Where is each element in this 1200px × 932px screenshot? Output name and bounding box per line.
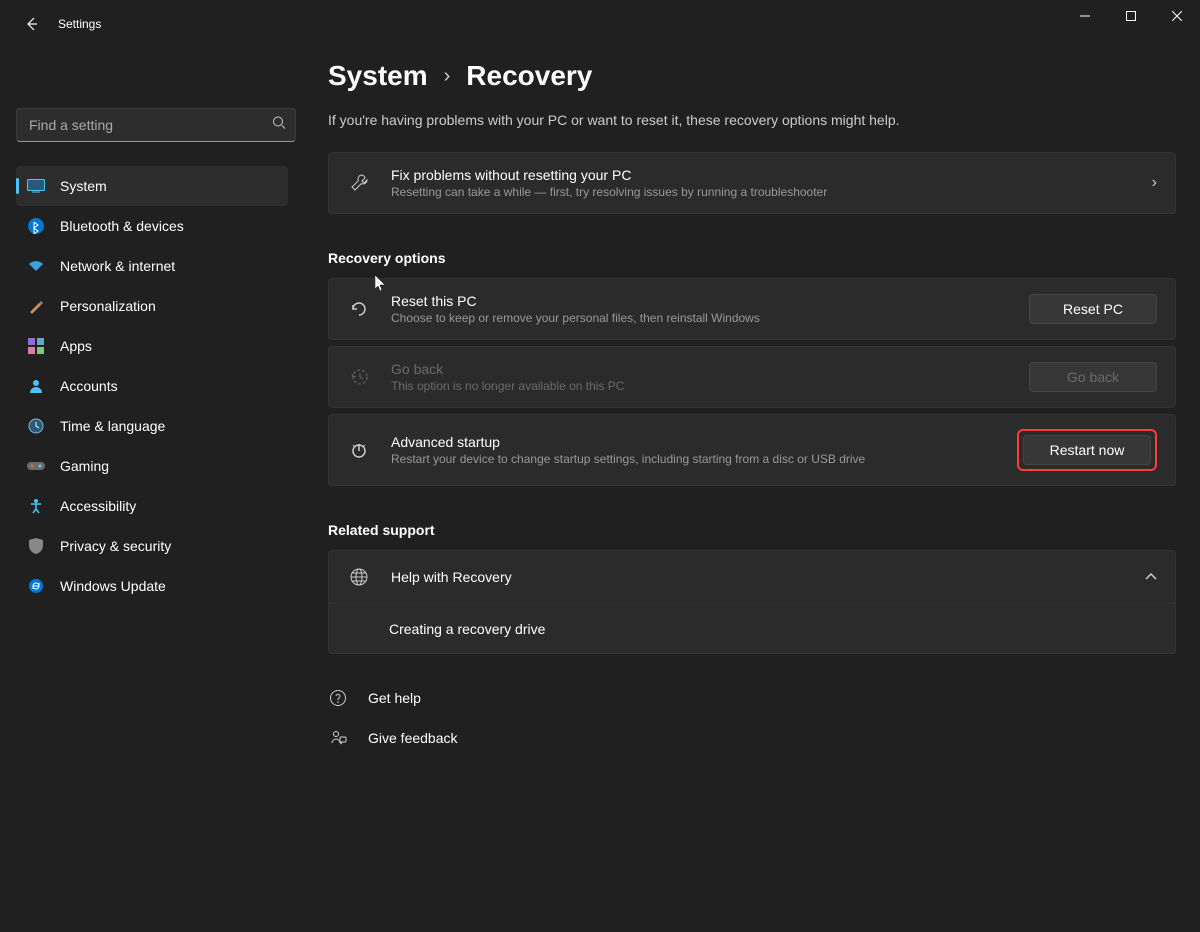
recovery-options-header: Recovery options <box>328 250 1176 266</box>
breadcrumb-current: Recovery <box>466 60 592 92</box>
sidebar-item-gaming[interactable]: Gaming <box>16 446 288 486</box>
sidebar-item-label: Network & internet <box>60 258 175 274</box>
window-title: Settings <box>58 17 101 31</box>
go-back-button: Go back <box>1029 362 1157 392</box>
help-icon <box>328 686 348 710</box>
sidebar-item-label: Bluetooth & devices <box>60 218 184 234</box>
power-icon <box>347 438 371 462</box>
advanced-startup-card: Advanced startup Restart your device to … <box>328 414 1176 486</box>
sidebar-item-label: Privacy & security <box>60 538 171 554</box>
history-icon <box>347 365 371 389</box>
personalization-icon <box>26 296 46 316</box>
sidebar-item-personalization[interactable]: Personalization <box>16 286 288 326</box>
gaming-icon <box>26 456 46 476</box>
give-feedback-link[interactable]: Give feedback <box>328 718 1176 758</box>
reset-pc-button[interactable]: Reset PC <box>1029 294 1157 324</box>
system-icon <box>26 176 46 196</box>
reset-pc-card: Reset this PC Choose to keep or remove y… <box>328 278 1176 340</box>
shield-icon <box>26 536 46 556</box>
card-subtitle: Resetting can take a while — first, try … <box>391 185 1132 199</box>
network-icon <box>26 256 46 276</box>
restart-now-highlight: Restart now <box>1017 429 1157 471</box>
accessibility-icon <box>26 496 46 516</box>
card-title: Go back <box>391 361 1009 377</box>
feedback-icon <box>328 726 348 750</box>
chevron-right-icon: › <box>1152 174 1157 192</box>
chevron-up-icon <box>1145 568 1157 586</box>
globe-icon <box>347 565 371 589</box>
accounts-icon <box>26 376 46 396</box>
sidebar-item-accessibility[interactable]: Accessibility <box>16 486 288 526</box>
sidebar-item-label: Personalization <box>60 298 156 314</box>
sidebar-item-label: Time & language <box>60 418 165 434</box>
sidebar-item-privacy[interactable]: Privacy & security <box>16 526 288 566</box>
minimize-button[interactable] <box>1062 0 1108 32</box>
maximize-button[interactable] <box>1108 0 1154 32</box>
update-icon <box>26 576 46 596</box>
sidebar-item-system[interactable]: System <box>16 166 288 206</box>
chevron-right-icon: › <box>444 65 451 88</box>
sidebar-item-label: Apps <box>60 338 92 354</box>
sidebar-item-bluetooth[interactable]: Bluetooth & devices <box>16 206 288 246</box>
card-title: Reset this PC <box>391 293 1009 309</box>
link-label: Give feedback <box>368 730 458 746</box>
card-title: Advanced startup <box>391 434 997 450</box>
restart-now-button[interactable]: Restart now <box>1023 435 1151 465</box>
breadcrumb: System › Recovery <box>328 60 1176 92</box>
minimize-icon <box>1080 11 1090 21</box>
arrow-left-icon <box>24 16 40 32</box>
sidebar-item-apps[interactable]: Apps <box>16 326 288 366</box>
back-button[interactable] <box>16 8 48 40</box>
close-icon <box>1172 11 1182 21</box>
clock-icon <box>26 416 46 436</box>
get-help-link[interactable]: Get help <box>328 678 1176 718</box>
fix-problems-card[interactable]: Fix problems without resetting your PC R… <box>328 152 1176 214</box>
page-subtitle: If you're having problems with your PC o… <box>328 112 1176 128</box>
apps-icon <box>26 336 46 356</box>
help-recovery-card[interactable]: Help with Recovery <box>328 550 1176 604</box>
sidebar-item-network[interactable]: Network & internet <box>16 246 288 286</box>
card-title: Help with Recovery <box>391 569 1125 585</box>
sidebar-item-label: Accessibility <box>60 498 136 514</box>
search-icon <box>272 116 286 135</box>
sidebar-item-update[interactable]: Windows Update <box>16 566 288 606</box>
close-button[interactable] <box>1154 0 1200 32</box>
sidebar-item-label: Gaming <box>60 458 109 474</box>
related-support-header: Related support <box>328 522 1176 538</box>
sidebar-item-label: System <box>60 178 107 194</box>
bluetooth-icon <box>26 216 46 236</box>
sidebar-item-label: Accounts <box>60 378 118 394</box>
wrench-icon <box>347 171 371 195</box>
link-label: Get help <box>368 690 421 706</box>
breadcrumb-parent[interactable]: System <box>328 60 428 92</box>
card-title: Fix problems without resetting your PC <box>391 167 1132 183</box>
card-subtitle: Choose to keep or remove your personal f… <box>391 311 1009 325</box>
sidebar-item-accounts[interactable]: Accounts <box>16 366 288 406</box>
go-back-card: Go back This option is no longer availab… <box>328 346 1176 408</box>
reset-icon <box>347 297 371 321</box>
sidebar-item-label: Windows Update <box>60 578 166 594</box>
card-subtitle: This option is no longer available on th… <box>391 379 1009 393</box>
creating-recovery-drive-link[interactable]: Creating a recovery drive <box>328 604 1176 654</box>
card-subtitle: Restart your device to change startup se… <box>391 452 997 466</box>
sidebar-item-time[interactable]: Time & language <box>16 406 288 446</box>
search-input[interactable] <box>16 108 296 142</box>
maximize-icon <box>1126 11 1136 21</box>
